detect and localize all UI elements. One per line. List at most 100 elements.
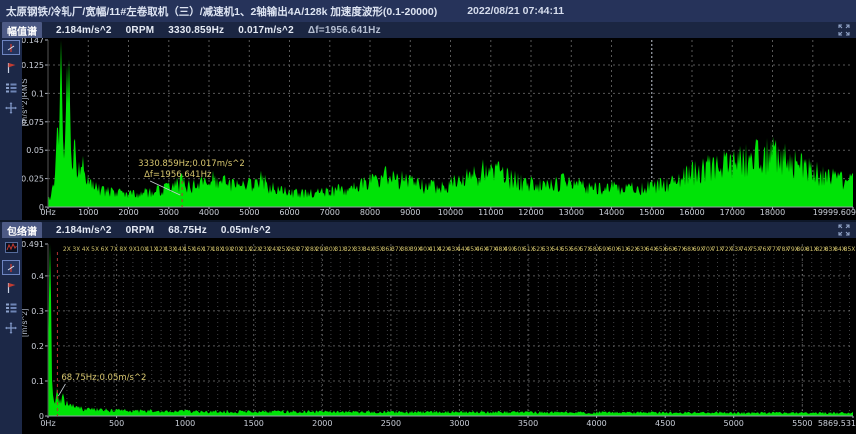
- svg-text:0Hz: 0Hz: [40, 419, 55, 428]
- chart-toolbar: [0, 38, 22, 220]
- svg-text:0.1: 0.1: [31, 377, 44, 386]
- breadcrumb-path: 太原钢铁/冷轧厂/宽幅/11#左卷取机（三）/减速机1、2轴输出4A/128k …: [6, 4, 437, 19]
- svg-text:11000: 11000: [478, 208, 503, 217]
- band-list-icon: [6, 303, 17, 313]
- speed-value: 0RPM: [126, 225, 155, 236]
- expand-button[interactable]: [836, 223, 852, 237]
- speed-value: 0RPM: [126, 25, 155, 36]
- svg-text:5869.531: 5869.531: [818, 419, 856, 428]
- svg-text:5000: 5000: [239, 208, 259, 217]
- svg-text:7X: 7X: [110, 246, 118, 253]
- svg-text:2X: 2X: [63, 246, 71, 253]
- svg-text:0.125: 0.125: [21, 61, 44, 70]
- amplitude-spectrum-svg: 0.1470.1250.10.0750.050.02500Hz100020003…: [0, 38, 856, 220]
- band-list-button[interactable]: [2, 300, 20, 315]
- expand-button[interactable]: [836, 23, 852, 37]
- amplitude-spectrum-chart[interactable]: 0.1470.1250.10.0750.050.02500Hz100020003…: [0, 38, 856, 225]
- pan-move-button[interactable]: [2, 320, 20, 335]
- cursor-tool-button[interactable]: [2, 40, 20, 55]
- svg-text:0.1: 0.1: [31, 89, 44, 98]
- band-list-button[interactable]: [2, 80, 20, 95]
- svg-text:1000: 1000: [78, 208, 98, 217]
- cursor-tool-icon: [6, 263, 16, 273]
- timestamp: 2022/08/21 07:44:11: [467, 5, 564, 17]
- envelope-spectrum-svg: 0.4910.40.30.20.102X3X4X5X6X7X8X9X10X11X…: [0, 238, 856, 434]
- chart-toolbar: [0, 238, 22, 434]
- svg-text:4500: 4500: [655, 419, 675, 428]
- panel-tag-amplitude[interactable]: 幅值谱: [2, 22, 42, 39]
- svg-text:3000: 3000: [159, 208, 179, 217]
- amplitude-spectrum-header: 幅值谱 2.184m/s^2 0RPM 3330.859Hz 0.017m/s^…: [0, 22, 856, 38]
- cursor-tool-button[interactable]: [2, 260, 20, 275]
- cursor-amplitude-value: 0.05m/s^2: [221, 225, 271, 236]
- svg-text:7000: 7000: [320, 208, 340, 217]
- flag-marker-button[interactable]: [2, 280, 20, 295]
- expand-icon: [838, 24, 850, 36]
- overall-rms-value: 2.184m/s^2: [56, 225, 112, 236]
- svg-text:68.75Hz;0.05m/s^2: 68.75Hz;0.05m/s^2: [61, 373, 146, 383]
- svg-text:0Hz: 0Hz: [40, 208, 55, 217]
- svg-text:2500: 2500: [381, 419, 401, 428]
- cursor-tool-icon: [6, 43, 16, 53]
- svg-text:1500: 1500: [244, 419, 264, 428]
- svg-text:3X: 3X: [72, 246, 80, 253]
- svg-text:0.025: 0.025: [21, 175, 44, 184]
- svg-text:19999.609: 19999.609: [813, 208, 856, 217]
- flag-icon: [6, 62, 17, 74]
- svg-text:5X: 5X: [91, 246, 99, 253]
- svg-text:5000: 5000: [724, 419, 744, 428]
- svg-text:2000: 2000: [118, 208, 138, 217]
- svg-text:6X: 6X: [101, 246, 109, 253]
- svg-text:0.4: 0.4: [31, 272, 44, 281]
- svg-text:3000: 3000: [449, 419, 469, 428]
- svg-text:16000: 16000: [679, 208, 704, 217]
- svg-text:4000: 4000: [586, 419, 606, 428]
- overall-rms-value: 2.184m/s^2: [56, 25, 112, 36]
- svg-text:0.491: 0.491: [21, 240, 44, 249]
- band-list-icon: [6, 83, 17, 93]
- svg-text:0.05: 0.05: [26, 146, 44, 155]
- svg-text:2000: 2000: [312, 419, 332, 428]
- svg-text:4X: 4X: [82, 246, 90, 253]
- svg-text:18000: 18000: [760, 208, 785, 217]
- svg-text:4000: 4000: [199, 208, 219, 217]
- cursor-amplitude-value: 0.017m/s^2: [238, 25, 294, 36]
- envelope-spectrum-header: 包络谱 2.184m/s^2 0RPM 68.75Hz 0.05m/s^2: [0, 222, 856, 238]
- svg-text:0.2: 0.2: [31, 342, 44, 351]
- waveform-view-button[interactable]: [2, 240, 20, 255]
- envelope-spectrum-chart[interactable]: 0.4910.40.30.20.102X3X4X5X6X7X8X9X10X11X…: [0, 238, 856, 434]
- svg-text:500: 500: [109, 419, 124, 428]
- pan-move-icon: [5, 102, 17, 114]
- svg-text:10000: 10000: [438, 208, 463, 217]
- cursor-frequency-value: 3330.859Hz: [168, 25, 224, 36]
- svg-text:12000: 12000: [518, 208, 543, 217]
- svg-text:15000: 15000: [639, 208, 664, 217]
- svg-text:3500: 3500: [518, 419, 538, 428]
- pan-move-icon: [5, 322, 17, 334]
- envelope-spectrum-panel: 包络谱 2.184m/s^2 0RPM 68.75Hz 0.05m/s^2 0.…: [0, 222, 856, 434]
- cursor-frequency-value: 68.75Hz: [168, 225, 207, 236]
- svg-text:6000: 6000: [279, 208, 299, 217]
- flag-marker-button[interactable]: [2, 60, 20, 75]
- svg-text:85X: 85X: [844, 246, 856, 253]
- flag-icon: [6, 282, 17, 294]
- svg-text:14000: 14000: [599, 208, 624, 217]
- svg-text:3330.859Hz;0.017m/s^2: 3330.859Hz;0.017m/s^2: [138, 159, 245, 169]
- waveform-view-icon: [5, 242, 18, 253]
- pan-move-button[interactable]: [2, 100, 20, 115]
- delta-f-value: Δf=1956.641Hz: [308, 25, 381, 36]
- expand-icon: [838, 224, 850, 236]
- svg-text:8000: 8000: [360, 208, 380, 217]
- vibration-analysis-app: 太原钢铁/冷轧厂/宽幅/11#左卷取机（三）/减速机1、2轴输出4A/128k …: [0, 0, 856, 434]
- svg-text:1000: 1000: [175, 419, 195, 428]
- svg-text:Δf=1956.641Hz: Δf=1956.641Hz: [144, 170, 212, 180]
- title-bar: 太原钢铁/冷轧厂/宽幅/11#左卷取机（三）/减速机1、2轴输出4A/128k …: [0, 0, 856, 22]
- svg-text:0.147: 0.147: [21, 38, 44, 45]
- svg-text:9000: 9000: [400, 208, 420, 217]
- svg-text:17000: 17000: [720, 208, 745, 217]
- panel-tag-envelope[interactable]: 包络谱: [2, 222, 42, 239]
- svg-text:8X: 8X: [119, 246, 127, 253]
- amplitude-spectrum-panel: 幅值谱 2.184m/s^2 0RPM 3330.859Hz 0.017m/s^…: [0, 22, 856, 220]
- svg-text:5500: 5500: [792, 419, 812, 428]
- svg-text:13000: 13000: [559, 208, 584, 217]
